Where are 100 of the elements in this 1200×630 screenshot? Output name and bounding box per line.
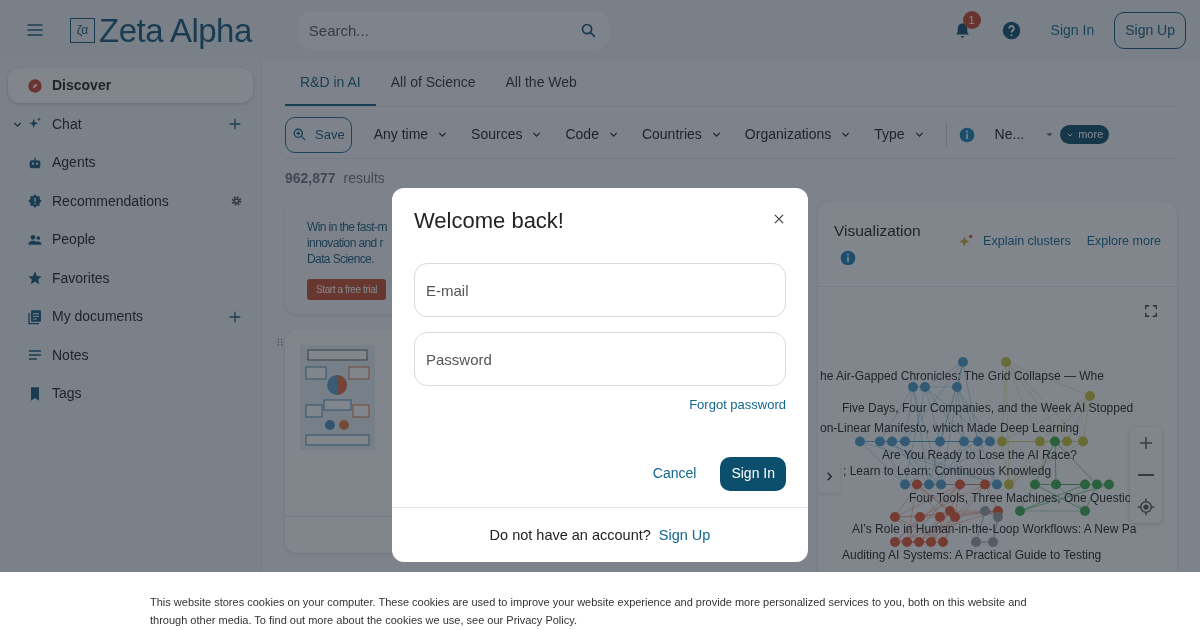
graph-node[interactable] [926, 537, 936, 547]
sidebar-item[interactable]: Agents [8, 145, 253, 180]
graph-node[interactable] [915, 512, 925, 522]
filter-dropdown[interactable]: Code [565, 124, 620, 145]
graph-node[interactable] [1085, 391, 1095, 401]
signup-prompt: Do not have an account? [489, 525, 651, 545]
graph-node[interactable] [902, 537, 912, 547]
sign-up-button[interactable]: Sign Up [1114, 11, 1186, 49]
graph-node[interactable] [945, 506, 955, 516]
close-icon[interactable] [772, 212, 786, 226]
graph-node[interactable] [936, 479, 946, 490]
sidebar-item[interactable]: Tags [8, 376, 253, 411]
save-search-button[interactable]: Save [285, 116, 352, 153]
graph-node[interactable] [1078, 436, 1088, 447]
promo-text: Data Science. [307, 251, 374, 267]
graph-node[interactable] [1035, 436, 1045, 447]
panel-link[interactable]: Explain clusters [983, 231, 1071, 251]
sidebar-item[interactable]: Favorites [8, 260, 253, 296]
graph-node[interactable] [1015, 506, 1025, 516]
graph-node[interactable] [971, 537, 981, 547]
graph-node[interactable] [875, 436, 885, 447]
fullscreen-icon[interactable] [1144, 304, 1158, 318]
logo-text: Zeta Alpha [99, 13, 252, 47]
graph-node[interactable] [908, 382, 918, 392]
sign-in-link[interactable]: Sign In [1050, 19, 1095, 41]
sidebar-item[interactable]: My documents [8, 299, 253, 334]
graph-node[interactable] [855, 436, 865, 447]
graph-node[interactable] [900, 436, 910, 447]
graph-node[interactable] [914, 537, 924, 547]
graph-node[interactable] [890, 537, 900, 547]
graph-node[interactable] [992, 479, 1002, 490]
filter-dropdown[interactable]: Type [874, 124, 926, 145]
graph-node[interactable] [890, 512, 900, 522]
graph-node[interactable] [955, 479, 965, 490]
notes-icon [27, 347, 43, 363]
zoom-in-icon [292, 127, 307, 142]
tab[interactable]: All of Science [375, 60, 491, 106]
filter-dropdown[interactable]: Sources [471, 124, 544, 145]
filter-dropdown[interactable]: Countries [641, 124, 723, 145]
panel-link[interactable]: Explore more [1086, 231, 1161, 251]
graph-node[interactable] [973, 436, 983, 447]
filter-dropdown[interactable]: Any time [373, 124, 450, 145]
graph-node[interactable] [980, 506, 990, 516]
help-icon[interactable] [1001, 20, 1021, 40]
graph-node[interactable] [1001, 357, 1011, 367]
sidebar-item[interactable]: Recommendations [8, 183, 253, 219]
graph-node[interactable] [924, 479, 934, 490]
cancel-link[interactable]: Cancel [652, 463, 697, 484]
graph-node[interactable] [985, 436, 995, 447]
sidebar-item[interactable]: Chat [8, 106, 253, 142]
filter-dropdown[interactable]: Organizations [744, 124, 853, 145]
graph-node[interactable] [1104, 479, 1114, 490]
graph-node[interactable] [1080, 479, 1090, 490]
graph-node[interactable] [980, 479, 990, 490]
sign-in-button[interactable]: Sign In [720, 456, 786, 491]
graph-node[interactable] [1051, 479, 1061, 490]
search-field[interactable]: Search... [297, 11, 609, 49]
drag-handle-icon[interactable] [276, 336, 284, 348]
info-icon[interactable] [840, 250, 856, 267]
sign-up-link[interactable]: Sign Up [658, 524, 711, 547]
graph-node[interactable] [912, 479, 922, 490]
sort-dropdown[interactable]: Ne... [994, 124, 1056, 145]
more-filters-button[interactable]: more [1060, 125, 1110, 144]
email-field[interactable]: E-mail [414, 263, 786, 317]
sidebar-item[interactable]: People [8, 222, 253, 257]
graph-node[interactable] [959, 436, 969, 447]
info-icon[interactable] [958, 126, 975, 143]
forgot-password-link[interactable]: Forgot password [689, 395, 786, 415]
logo-mark: ζα [70, 17, 95, 43]
graph-node[interactable] [988, 537, 998, 547]
graph-node[interactable] [993, 512, 1003, 522]
graph-node[interactable] [950, 512, 960, 522]
tab[interactable]: R&D in AI [285, 60, 376, 106]
graph-node[interactable] [900, 479, 910, 490]
graph-node[interactable] [935, 436, 945, 447]
settings-icon[interactable] [230, 193, 243, 209]
tab[interactable]: All the Web [490, 60, 592, 106]
graph-node[interactable] [938, 537, 948, 547]
graph-node[interactable] [1004, 479, 1014, 490]
free-trial-button[interactable]: Start a free trial [307, 279, 387, 300]
plus-icon[interactable] [227, 116, 243, 132]
panel-title: Visualization [834, 221, 921, 241]
graph-node[interactable] [958, 357, 968, 367]
sidebar-item[interactable]: Discover [8, 68, 253, 103]
graph-node[interactable] [1050, 436, 1060, 447]
results-label: results [343, 169, 385, 188]
graph-node[interactable] [1080, 506, 1090, 516]
graph-node[interactable] [887, 436, 897, 447]
graph-node[interactable] [935, 512, 945, 522]
graph-node[interactable] [997, 436, 1007, 447]
sidebar-item[interactable]: Notes [8, 337, 253, 373]
graph-node[interactable] [1030, 479, 1040, 490]
graph-node[interactable] [1062, 436, 1072, 447]
graph-node[interactable] [1092, 479, 1102, 490]
expand-panel-button[interactable] [818, 459, 840, 493]
graph-node[interactable] [952, 382, 962, 392]
password-field[interactable]: Password [414, 332, 786, 386]
graph-node[interactable] [920, 382, 930, 392]
cluster-label: Five Days, Four Companies, and the Week AI Stopped [842, 401, 1134, 415]
search-icon[interactable] [579, 21, 597, 39]
